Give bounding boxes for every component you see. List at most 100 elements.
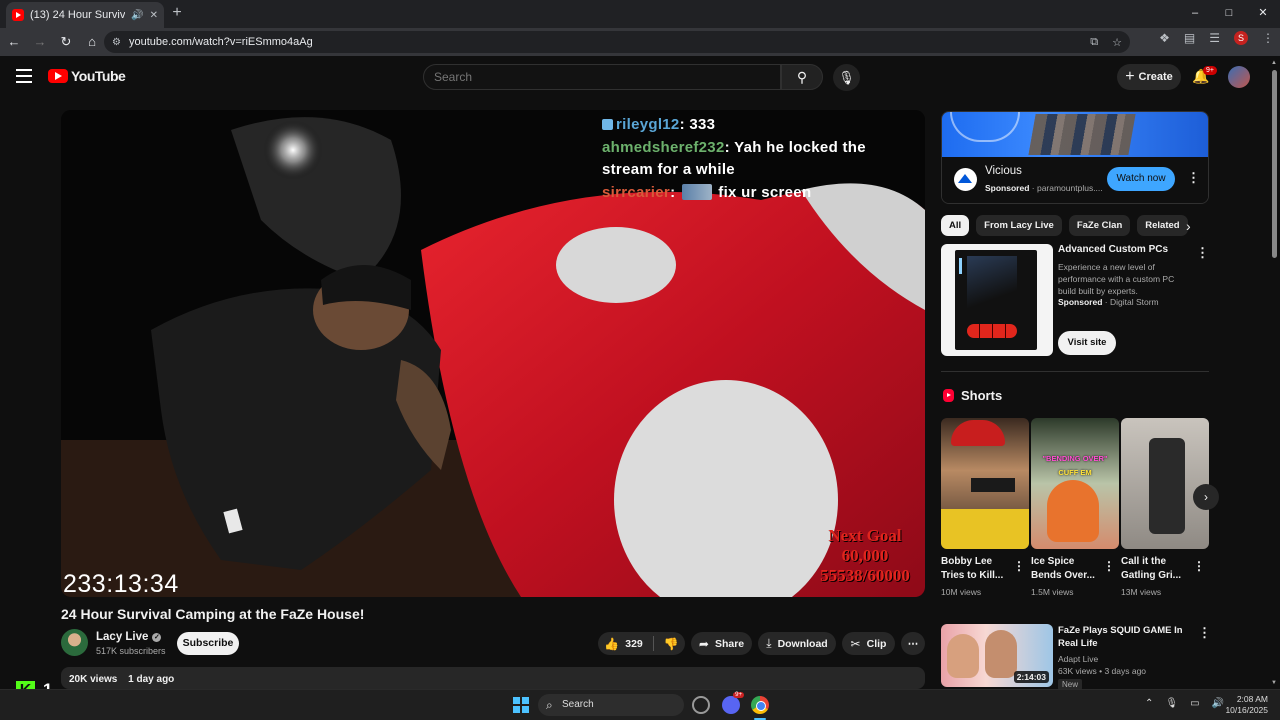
- pc-ad-menu-kebab-icon[interactable]: ⋮: [1196, 246, 1209, 259]
- short-card[interactable]: Bobby Lee Tries to Kill... 10M views ⋮: [941, 418, 1029, 597]
- audio-playing-icon[interactable]: 🔊: [131, 10, 143, 21]
- short-card[interactable]: "BENDING OVER" CUFF EM Ice Spice Bends O…: [1031, 418, 1119, 597]
- short-title[interactable]: Ice Spice Bends Over...: [1031, 555, 1101, 583]
- taskbar-search[interactable]: Search: [538, 694, 684, 716]
- search-box[interactable]: [423, 64, 781, 90]
- recommended-thumbnail[interactable]: 2:14:03: [941, 624, 1053, 687]
- chip-all[interactable]: All: [941, 215, 970, 236]
- home-icon[interactable]: ⌂: [80, 30, 104, 54]
- volume-icon[interactable]: 🔊: [1212, 698, 1224, 709]
- ad-cast-image: [1028, 114, 1136, 155]
- sponsored-ad-card[interactable]: Vicious Sponsored · paramountplus.... Wa…: [941, 111, 1209, 204]
- scrollbar-thumb[interactable]: [1272, 70, 1277, 258]
- restore-button[interactable]: □: [1212, 4, 1246, 22]
- short-card[interactable]: Call it the Gatling Gri... 13M views ⋮: [1121, 418, 1209, 597]
- chat-message: rileygl12: 333: [602, 114, 866, 137]
- back-icon[interactable]: ←: [2, 30, 26, 54]
- search-input[interactable]: [434, 70, 780, 84]
- short-thumbnail[interactable]: "BENDING OVER" CUFF EM: [1031, 418, 1119, 549]
- download-button[interactable]: ⤓ Download: [758, 632, 836, 655]
- short-title[interactable]: Bobby Lee Tries to Kill...: [941, 555, 1011, 583]
- create-button[interactable]: + Create: [1117, 64, 1181, 90]
- pc-ad-title[interactable]: Advanced Custom PCs: [1058, 244, 1168, 255]
- recommended-channel[interactable]: Adapt Live: [1058, 654, 1098, 664]
- new-tab-button[interactable]: +: [168, 4, 186, 22]
- page-scrollbar[interactable]: ▲ ▼: [1270, 60, 1278, 686]
- scroll-up-arrow-icon[interactable]: ▲: [1271, 60, 1277, 66]
- short-thumbnail[interactable]: [941, 418, 1029, 549]
- extensions-icon[interactable]: ❖: [1159, 31, 1170, 45]
- window-controls: – □ ✕: [1178, 4, 1280, 22]
- voice-search-button[interactable]: 🎙: [833, 64, 860, 91]
- plus-icon: +: [1125, 68, 1135, 85]
- microphone-tray-icon[interactable]: 🎙: [1165, 698, 1178, 709]
- short-menu-kebab-icon[interactable]: ⋮: [1103, 560, 1115, 572]
- tab-close-icon[interactable]: ✕: [150, 10, 158, 21]
- dislike-thumb-down-icon[interactable]: 👎: [664, 637, 679, 651]
- like-thumb-up-icon[interactable]: 👍: [604, 637, 619, 651]
- profile-avatar-icon[interactable]: S: [1234, 31, 1248, 45]
- forward-icon[interactable]: →: [28, 30, 52, 54]
- chat-colon: :: [670, 183, 680, 201]
- reading-mode-icon[interactable]: ▤: [1184, 31, 1195, 45]
- red-beanie: [951, 420, 1005, 446]
- yellow-shirt: [941, 509, 1029, 549]
- channel-name[interactable]: Lacy Live ✓: [96, 631, 162, 643]
- subscribe-button[interactable]: Subscribe: [177, 632, 239, 655]
- notifications-badge: 9+: [1203, 66, 1217, 75]
- minimize-button[interactable]: –: [1178, 4, 1212, 22]
- video-player[interactable]: rileygl12: 333 ahmedsheref232: Yah he lo…: [61, 110, 925, 597]
- close-window-button[interactable]: ✕: [1246, 4, 1280, 22]
- menu-hamburger-icon[interactable]: [16, 69, 32, 83]
- taskbar-app-icon[interactable]: [692, 696, 710, 714]
- taskbar-clock[interactable]: 2:08 AM 10/16/2025: [1224, 694, 1268, 716]
- channel-avatar[interactable]: [61, 629, 88, 656]
- bookmark-star-icon[interactable]: ☆: [1112, 36, 1122, 49]
- network-icon[interactable]: ▭: [1190, 698, 1199, 709]
- chat-text: : 333: [679, 116, 716, 133]
- shorts-next-chevron-icon[interactable]: ›: [1193, 484, 1219, 510]
- scroll-down-arrow-icon[interactable]: ▼: [1271, 680, 1277, 686]
- chat-message: stream for a while: [602, 159, 866, 182]
- recommended-title[interactable]: FaZe Plays SQUID GAME In Real Life: [1058, 624, 1196, 650]
- like-count[interactable]: 329: [625, 638, 643, 650]
- chip-from-lacy-live[interactable]: From Lacy Live: [976, 215, 1062, 236]
- shorts-heading-text: Shorts: [961, 388, 1003, 403]
- browser-menu-icon[interactable]: ⋮: [1262, 31, 1274, 45]
- pc-ad-thumbnail[interactable]: [941, 244, 1053, 356]
- chip-faze-clan[interactable]: FaZe Clan: [1068, 215, 1131, 236]
- reload-icon[interactable]: ↻: [54, 30, 78, 54]
- shorts-logo-icon: [943, 389, 954, 402]
- ad-menu-kebab-icon[interactable]: ⋮: [1187, 171, 1200, 184]
- chips-next-chevron-icon[interactable]: ›: [1186, 218, 1191, 234]
- watch-now-button[interactable]: Watch now: [1107, 167, 1175, 191]
- share-label: Share: [714, 637, 745, 650]
- media-controls-icon[interactable]: ☰: [1209, 31, 1220, 45]
- discord-icon[interactable]: 9+: [722, 692, 744, 714]
- recommended-menu-kebab-icon[interactable]: ⋮: [1198, 626, 1211, 639]
- short-menu-kebab-icon[interactable]: ⋮: [1193, 560, 1205, 572]
- goal-target: 60,000: [841, 546, 889, 565]
- chrome-icon[interactable]: [751, 696, 769, 714]
- more-actions-button[interactable]: ⋯: [901, 632, 925, 655]
- description-box[interactable]: 20K views 1 day ago: [61, 667, 925, 689]
- short-title[interactable]: Call it the Gatling Gri...: [1121, 555, 1191, 583]
- windows-start-icon[interactable]: [513, 697, 529, 713]
- site-info-icon[interactable]: ⚙: [112, 37, 121, 48]
- chat-text: : Yah he locked the: [724, 138, 866, 156]
- clip-button[interactable]: ✂ Clip: [842, 632, 895, 655]
- address-bar[interactable]: ⚙ youtube.com/watch?v=riESmmo4aAg ⧉ ☆: [104, 31, 1130, 53]
- short-menu-kebab-icon[interactable]: ⋮: [1013, 560, 1025, 572]
- pc-ad-sponsor-line: Sponsored · Digital Storm: [1058, 297, 1159, 307]
- browser-tab[interactable]: (13) 24 Hour Survival Camp 🔊 ✕: [6, 2, 164, 28]
- youtube-logo[interactable]: YouTube: [48, 68, 126, 84]
- account-avatar[interactable]: [1228, 66, 1250, 88]
- visit-site-button[interactable]: Visit site: [1058, 331, 1116, 355]
- share-button[interactable]: ➦ Share: [691, 632, 752, 655]
- tray-chevron-up-icon[interactable]: ⌃: [1145, 698, 1153, 709]
- chip-related[interactable]: Related: [1137, 215, 1188, 236]
- short-thumbnail[interactable]: [1121, 418, 1209, 549]
- search-button[interactable]: ⚲: [781, 64, 823, 90]
- install-app-icon[interactable]: ⧉: [1090, 36, 1098, 49]
- url-text: youtube.com/watch?v=riESmmo4aAg: [128, 36, 313, 48]
